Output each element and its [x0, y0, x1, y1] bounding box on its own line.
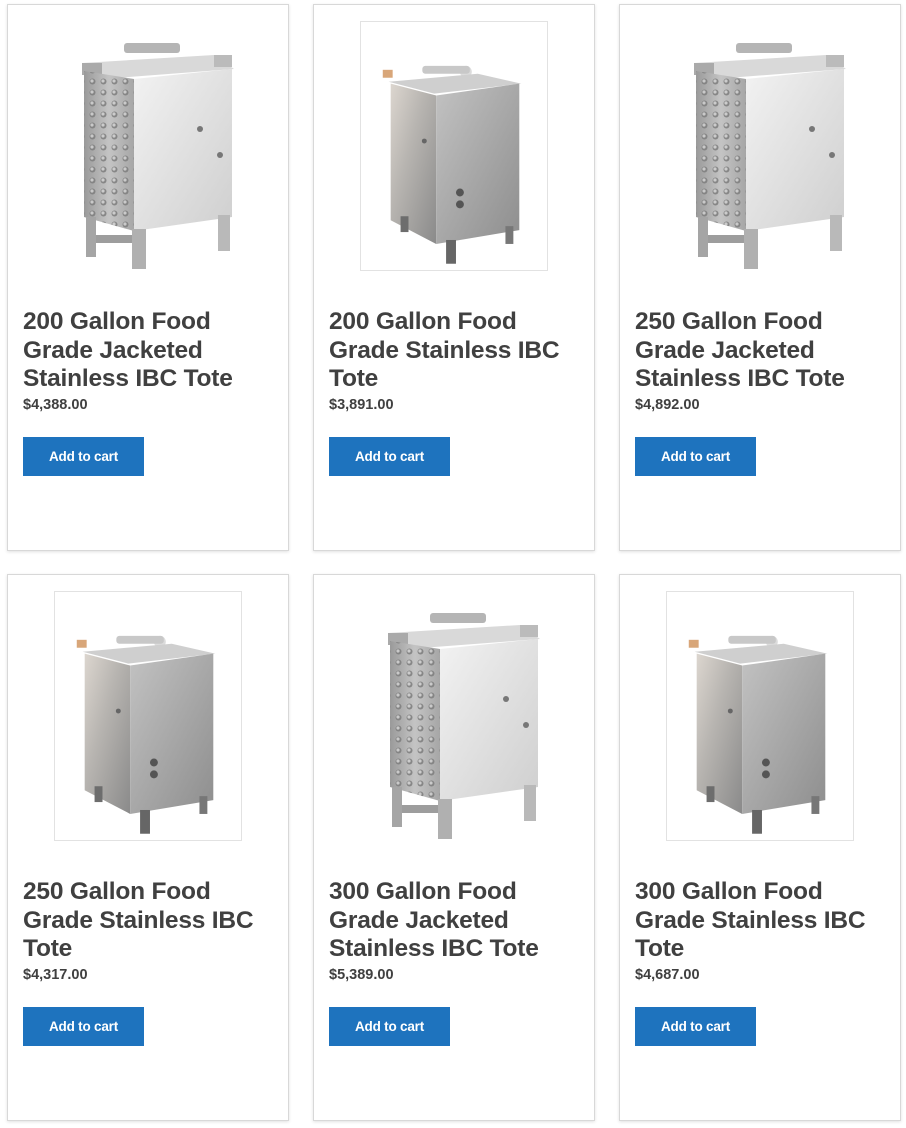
product-price: $4,317.00: [23, 967, 88, 983]
stainless-tote-image[interactable]: [666, 591, 854, 841]
jacketed-tote-image[interactable]: [360, 591, 548, 841]
product-price: $4,892.00: [635, 397, 700, 413]
product-title[interactable]: 250 Gallon Food Grade Stainless IBC Tote: [23, 878, 283, 964]
jacketed-tote-image[interactable]: [54, 21, 242, 271]
product-price: $4,687.00: [635, 967, 700, 983]
stainless-tote-icon: [76, 635, 216, 834]
add-to-cart-button[interactable]: Add to cart: [635, 437, 756, 476]
product-card: 300 Gallon Food Grade Stainless IBC Tote…: [619, 574, 901, 1121]
product-price: $3,891.00: [329, 397, 394, 413]
jacketed-tote-icon: [82, 43, 234, 269]
product-card: 250 Gallon Food Grade Jacketed Stainless…: [619, 4, 901, 551]
add-to-cart-button[interactable]: Add to cart: [635, 1007, 756, 1046]
stainless-tote-icon: [382, 65, 522, 264]
add-to-cart-button[interactable]: Add to cart: [23, 1007, 144, 1046]
jacketed-tote-image[interactable]: [666, 21, 854, 271]
jacketed-tote-icon: [694, 43, 846, 269]
product-title[interactable]: 200 Gallon Food Grade Jacketed Stainless…: [23, 308, 283, 394]
product-price: $4,388.00: [23, 397, 88, 413]
product-card: 300 Gallon Food Grade Jacketed Stainless…: [313, 574, 595, 1121]
stainless-tote-image[interactable]: [54, 591, 242, 841]
product-title[interactable]: 300 Gallon Food Grade Stainless IBC Tote: [635, 878, 895, 964]
stainless-tote-image[interactable]: [360, 21, 548, 271]
add-to-cart-button[interactable]: Add to cart: [329, 437, 450, 476]
product-card: 200 Gallon Food Grade Jacketed Stainless…: [7, 4, 289, 551]
stainless-tote-icon: [688, 635, 828, 834]
product-card: 250 Gallon Food Grade Stainless IBC Tote…: [7, 574, 289, 1121]
add-to-cart-button[interactable]: Add to cart: [23, 437, 144, 476]
add-to-cart-button[interactable]: Add to cart: [329, 1007, 450, 1046]
product-price: $5,389.00: [329, 967, 394, 983]
product-card: 200 Gallon Food Grade Stainless IBC Tote…: [313, 4, 595, 551]
product-title[interactable]: 200 Gallon Food Grade Stainless IBC Tote: [329, 308, 589, 394]
product-title[interactable]: 300 Gallon Food Grade Jacketed Stainless…: [329, 878, 589, 964]
jacketed-tote-icon: [388, 613, 540, 839]
product-title[interactable]: 250 Gallon Food Grade Jacketed Stainless…: [635, 308, 895, 394]
